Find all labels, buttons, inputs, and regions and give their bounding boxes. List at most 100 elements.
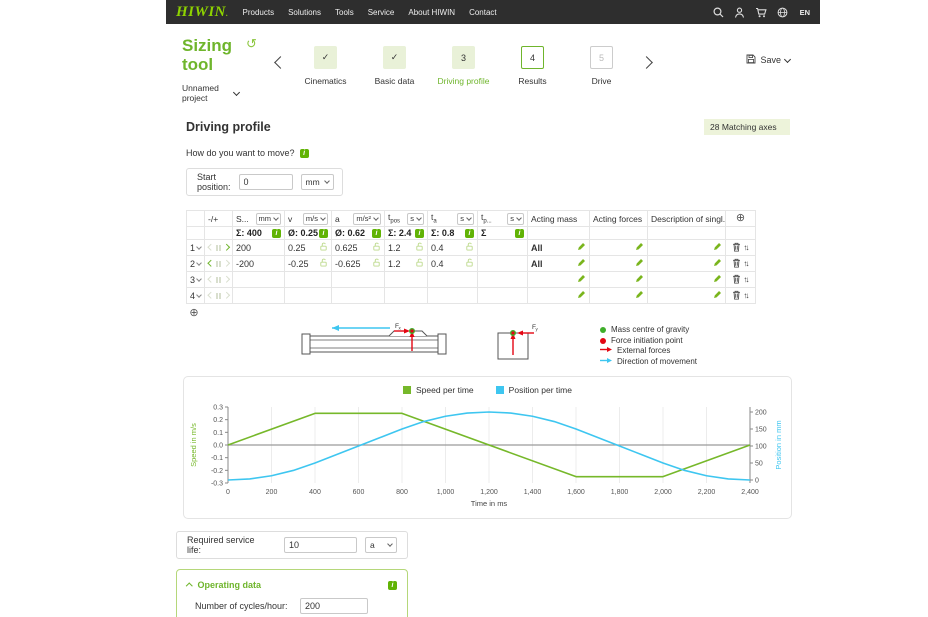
edit-pencil-icon[interactable]	[577, 274, 586, 285]
info-icon[interactable]	[372, 228, 381, 238]
step-box[interactable]: ✓	[314, 46, 337, 69]
edit-pencil-icon[interactable]	[577, 258, 586, 269]
move-left-icon[interactable]	[208, 292, 215, 299]
chevron-down-icon[interactable]	[196, 291, 202, 298]
unlock-icon[interactable]	[415, 258, 424, 269]
move-left-icon[interactable]	[208, 276, 215, 283]
info-icon[interactable]	[272, 228, 281, 238]
edit-pencil-icon[interactable]	[713, 242, 722, 253]
step-box[interactable]: 3	[452, 46, 475, 69]
reorder-icon[interactable]: ↑↓	[743, 259, 749, 268]
unlock-icon[interactable]	[465, 242, 474, 253]
nav-item-contact[interactable]: Contact	[469, 8, 497, 17]
add-row-button[interactable]: ⊕	[188, 308, 200, 319]
add-column-button[interactable]: ⊕	[729, 213, 752, 224]
service-life-unit-select[interactable]: a	[365, 537, 397, 553]
edit-pencil-icon[interactable]	[635, 274, 644, 285]
start-position-input[interactable]	[238, 174, 293, 190]
tp-unit-select[interactable]: s	[507, 212, 524, 225]
edit-pencil-icon[interactable]	[577, 242, 586, 253]
nav-item-products[interactable]: Products	[243, 8, 275, 17]
project-selector[interactable]: Unnamed project	[182, 83, 266, 103]
info-icon[interactable]	[388, 580, 397, 590]
unlock-icon[interactable]	[372, 242, 381, 253]
hiwin-logo[interactable]: HIWIN.	[176, 4, 229, 21]
move-left-icon[interactable]	[208, 244, 215, 251]
move-left-icon[interactable]	[208, 260, 215, 267]
col-acting-forces: Acting forces	[593, 213, 643, 224]
chevron-down-icon[interactable]	[196, 243, 202, 250]
edit-pencil-icon[interactable]	[635, 258, 644, 269]
globe-icon[interactable]	[777, 7, 788, 18]
move-right-icon[interactable]	[222, 260, 229, 267]
edit-pencil-icon[interactable]	[635, 290, 644, 301]
cart-icon[interactable]	[755, 7, 767, 18]
move-right-icon[interactable]	[222, 244, 229, 251]
unlock-icon[interactable]	[319, 242, 328, 253]
chevron-down-icon[interactable]	[196, 259, 202, 266]
step-driving-profile[interactable]: 3 Driving profile	[429, 46, 498, 86]
pause-icon[interactable]	[215, 292, 222, 299]
velocity-unit-select[interactable]: m/s	[302, 212, 328, 225]
step-drive[interactable]: 5 Drive	[567, 46, 636, 86]
edit-pencil-icon[interactable]	[713, 290, 722, 301]
language-selector[interactable]: EN	[800, 8, 810, 17]
chevron-left-icon	[274, 56, 287, 69]
reorder-icon[interactable]: ↑↓	[743, 291, 749, 300]
service-life-input[interactable]	[284, 537, 358, 553]
reorder-icon[interactable]: ↑↓	[743, 275, 749, 284]
acceleration-unit-select[interactable]: m/s²	[353, 212, 381, 225]
search-icon[interactable]	[713, 6, 724, 18]
move-right-icon[interactable]	[222, 276, 229, 283]
stepper-next-button[interactable]	[636, 46, 657, 72]
unlock-icon[interactable]	[372, 258, 381, 269]
distance-unit-select[interactable]: mm	[255, 212, 281, 225]
step-box[interactable]: 4	[521, 46, 544, 69]
edit-pencil-icon[interactable]	[635, 242, 644, 253]
edit-pencil-icon[interactable]	[713, 258, 722, 269]
unlock-icon[interactable]	[465, 258, 474, 269]
delete-row-icon[interactable]	[732, 258, 741, 270]
info-icon[interactable]	[299, 148, 309, 158]
step-basic-data[interactable]: ✓ Basic data	[360, 46, 429, 86]
nav-item-service[interactable]: Service	[368, 8, 395, 17]
edit-pencil-icon[interactable]	[577, 290, 586, 301]
tpos-unit-select[interactable]: s	[407, 212, 424, 225]
undo-icon[interactable]: ↺	[246, 36, 257, 52]
stepper-prev-button[interactable]	[270, 46, 291, 72]
delete-row-icon[interactable]	[732, 242, 741, 254]
chevron-down-icon[interactable]	[196, 275, 202, 282]
collapse-icon[interactable]	[186, 583, 193, 590]
wizard-stepper: ✓ Cinematics ✓ Basic data 3 Driving prof…	[270, 36, 657, 86]
ta-unit-select[interactable]: s	[457, 212, 474, 225]
nav-item-tools[interactable]: Tools	[335, 8, 354, 17]
move-right-icon[interactable]	[222, 292, 229, 299]
svg-text:2,200: 2,200	[698, 489, 716, 496]
unlock-icon[interactable]	[319, 258, 328, 269]
pause-icon[interactable]	[215, 276, 222, 283]
pause-icon[interactable]	[215, 260, 222, 267]
info-icon[interactable]	[415, 228, 424, 238]
chevron-down-icon	[466, 214, 472, 221]
pause-icon[interactable]	[215, 244, 222, 251]
edit-pencil-icon[interactable]	[713, 274, 722, 285]
svg-text:0.1: 0.1	[213, 430, 223, 437]
step-box[interactable]: ✓	[383, 46, 406, 69]
delete-row-icon[interactable]	[732, 274, 741, 286]
step-box[interactable]: 5	[590, 46, 613, 69]
step-cinematics[interactable]: ✓ Cinematics	[291, 46, 360, 86]
cycles-per-hour-input[interactable]	[300, 598, 368, 614]
nav-item-about[interactable]: About HIWIN	[408, 8, 455, 17]
save-button[interactable]: Save	[746, 54, 792, 66]
account-icon[interactable]	[734, 7, 745, 18]
reorder-icon[interactable]: ↑↓	[743, 243, 749, 252]
nav-item-solutions[interactable]: Solutions	[288, 8, 321, 17]
info-icon[interactable]	[319, 228, 328, 238]
info-icon[interactable]	[515, 228, 524, 238]
step-results[interactable]: 4 Results	[498, 46, 567, 86]
delete-row-icon[interactable]	[732, 290, 741, 302]
start-position-unit-select[interactable]: mm	[300, 174, 334, 190]
info-icon[interactable]	[465, 228, 474, 238]
matching-axes-badge[interactable]: 28 Matching axes	[704, 119, 790, 135]
unlock-icon[interactable]	[415, 242, 424, 253]
